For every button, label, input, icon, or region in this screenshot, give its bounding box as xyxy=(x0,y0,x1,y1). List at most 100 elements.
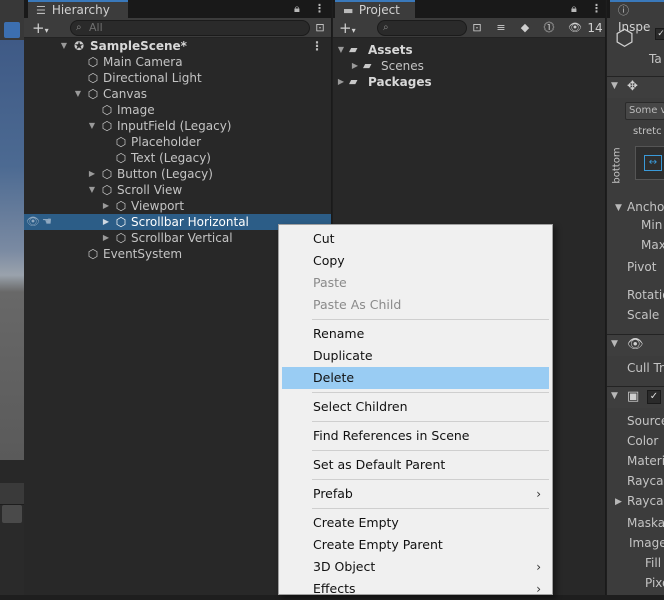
image-component-header[interactable]: ▼ ▣ ✓ xyxy=(607,386,664,408)
menu-item-copy[interactable]: Copy xyxy=(282,250,549,272)
menu-item-cut[interactable]: Cut xyxy=(282,228,549,250)
active-checkbox[interactable]: ✓ xyxy=(655,28,664,40)
tree-row-image[interactable]: ⬡ Image xyxy=(24,102,331,118)
inspector-panel: ⓘ Inspe ⬡ ✓ Ta ▼ ✥ Some v stretc bottom … xyxy=(607,0,664,595)
scene-dropdown-button[interactable] xyxy=(4,22,20,38)
tree-row-viewport[interactable]: ▶ ⬡ Viewport xyxy=(24,198,331,214)
tree-row-assets[interactable]: ▼ ▰ Assets xyxy=(333,42,605,58)
create-plus-button[interactable]: +▾ xyxy=(32,18,49,38)
collapse-arrow-icon[interactable]: ▼ xyxy=(58,38,70,54)
menu-item-create-empty-parent[interactable]: Create Empty Parent xyxy=(282,534,549,556)
panel-menu-icon[interactable]: ⋮ xyxy=(591,0,602,18)
image-type-label: Image xyxy=(629,536,664,550)
expand-arrow-icon[interactable]: ▶ xyxy=(335,74,347,90)
menu-item-label: Set as Default Parent xyxy=(313,457,446,472)
tree-row-directional-light[interactable]: ⬡ Directional Light xyxy=(24,70,331,86)
project-tabbar: ▬ Project 🔒︎ ⋮ xyxy=(333,0,605,18)
tree-row-scenes[interactable]: ▶ ▰ Scenes xyxy=(333,58,605,74)
tree-row-scroll-view[interactable]: ▼ ⬡ Scroll View xyxy=(24,182,331,198)
expand-arrow-icon[interactable]: ▶ xyxy=(349,58,361,74)
project-search-input[interactable]: ⌕ xyxy=(377,20,467,36)
menu-item-label: Find References in Scene xyxy=(313,428,470,443)
tree-row-label: InputField (Legacy) xyxy=(117,119,232,133)
tree-row-button-legacy[interactable]: ▶ ⬡ Button (Legacy) xyxy=(24,166,331,182)
component-enabled-checkbox[interactable]: ✓ xyxy=(647,390,661,404)
maskable-label: Maska xyxy=(627,516,664,530)
expand-arrow-icon[interactable]: ▶ xyxy=(615,497,622,507)
lock-icon[interactable]: 🔒︎ xyxy=(294,0,300,18)
panel-menu-icon[interactable]: ⋮ xyxy=(314,0,325,18)
menu-item-3d-object[interactable]: 3D Object › xyxy=(282,556,549,578)
tab-project[interactable]: ▬ Project xyxy=(335,0,415,18)
collapse-arrow-icon[interactable]: ▼ xyxy=(72,86,84,102)
pixels-per-unit-label: Pixe xyxy=(645,576,664,590)
menu-item-paste[interactable]: Paste xyxy=(282,272,549,294)
tag-icon[interactable]: ◆ xyxy=(517,20,533,36)
menu-item-label: Duplicate xyxy=(313,348,373,363)
rect-position-field[interactable]: Some v xyxy=(625,102,664,120)
collapse-arrow-icon[interactable]: ▼ xyxy=(86,118,98,134)
create-plus-button[interactable]: +▾ xyxy=(339,18,356,38)
menu-item-paste-as-child[interactable]: Paste As Child xyxy=(282,294,549,316)
menu-item-delete[interactable]: Delete xyxy=(282,367,549,389)
context-menu: Cut Copy Paste Paste As Child Rename Dup… xyxy=(278,224,553,596)
gameobject-cube-icon: ⬡ xyxy=(101,119,113,133)
menu-item-create-empty[interactable]: Create Empty xyxy=(282,512,549,534)
menu-item-label: Copy xyxy=(313,253,345,268)
anchor-preset-button[interactable]: ↔ xyxy=(635,146,664,180)
menu-item-effects[interactable]: Effects › xyxy=(282,578,549,600)
tree-row-label: Scrollbar Horizontal xyxy=(131,215,249,229)
gameobject-cube-icon: ⬡ xyxy=(115,151,127,165)
scene-menu-icon[interactable]: ⋮ xyxy=(311,38,323,54)
expand-arrow-icon[interactable]: ▶ xyxy=(100,198,112,214)
pickability-hand-icon[interactable]: ☚ xyxy=(42,214,52,230)
tree-row-samplescene[interactable]: ▼ ✪ SampleScene* ⋮ xyxy=(24,38,331,54)
hidden-packages-eye-icon[interactable]: 👁︎ xyxy=(565,20,585,36)
rotation-label: Rotatio xyxy=(627,288,664,302)
visibility-eye-icon[interactable]: 👁︎ xyxy=(26,214,40,230)
tree-row-packages[interactable]: ▶ ▰ Packages xyxy=(333,74,605,90)
tree-row-text-legacy[interactable]: ⬡ Text (Legacy) xyxy=(24,150,331,166)
search-by-type-icon[interactable]: ⊡ xyxy=(469,20,485,36)
menu-item-prefab[interactable]: Prefab › xyxy=(282,483,549,505)
collapse-arrow-icon[interactable]: ▼ xyxy=(611,391,618,401)
collapse-arrow-icon[interactable]: ▼ xyxy=(611,81,618,91)
menu-item-label: 3D Object xyxy=(313,559,376,574)
menu-item-label: Create Empty Parent xyxy=(313,537,443,552)
canvas-renderer-header[interactable]: ▼ 👁︎ xyxy=(607,334,664,356)
scene-visibility-icon[interactable]: ⊡ xyxy=(312,20,328,36)
menu-item-label: Delete xyxy=(313,370,355,385)
expand-arrow-icon[interactable]: ▶ xyxy=(86,166,98,182)
tree-row-main-camera[interactable]: ⬡ Main Camera xyxy=(24,54,331,70)
tree-row-label: Directional Light xyxy=(103,71,202,85)
collapse-arrow-icon[interactable]: ▼ xyxy=(615,203,622,213)
search-by-label-icon[interactable]: ≡ xyxy=(493,20,509,36)
folder-icon: ▰ xyxy=(349,43,358,56)
menu-item-rename[interactable]: Rename xyxy=(282,323,549,345)
tree-row-inputfield[interactable]: ▼ ⬡ InputField (Legacy) xyxy=(24,118,331,134)
source-image-label: Source xyxy=(627,414,664,428)
tab-hierarchy[interactable]: ☰ Hierarchy xyxy=(28,0,128,18)
menu-item-select-children[interactable]: Select Children xyxy=(282,396,549,418)
rect-transform-header[interactable]: ▼ ✥ xyxy=(607,76,664,98)
menu-item-set-default-parent[interactable]: Set as Default Parent xyxy=(282,454,549,476)
lock-icon[interactable]: 🔒︎ xyxy=(571,0,577,18)
collapse-arrow-icon[interactable]: ▼ xyxy=(611,339,618,349)
tree-row-label: Assets xyxy=(368,43,413,57)
warning-filter-icon[interactable]: ⓵ xyxy=(541,20,557,36)
expand-arrow-icon[interactable]: ▶ xyxy=(100,230,112,246)
tab-inspector[interactable]: ⓘ Inspe xyxy=(610,0,664,34)
menu-item-label: Rename xyxy=(313,326,365,341)
tree-row-canvas[interactable]: ▼ ⬡ Canvas xyxy=(24,86,331,102)
submenu-chevron-icon: › xyxy=(536,560,541,574)
collapse-arrow-icon[interactable]: ▼ xyxy=(86,182,98,198)
menu-item-find-references[interactable]: Find References in Scene xyxy=(282,425,549,447)
console-dropdown-button[interactable] xyxy=(2,505,22,523)
info-icon: ⓘ xyxy=(618,4,629,17)
expand-arrow-icon[interactable]: ▶ xyxy=(100,214,112,230)
menu-item-duplicate[interactable]: Duplicate xyxy=(282,345,549,367)
menu-separator xyxy=(312,479,549,480)
tree-row-placeholder[interactable]: ⬡ Placeholder xyxy=(24,134,331,150)
hierarchy-search-input[interactable]: ⌕ All xyxy=(70,20,310,36)
collapse-arrow-icon[interactable]: ▼ xyxy=(335,42,347,58)
